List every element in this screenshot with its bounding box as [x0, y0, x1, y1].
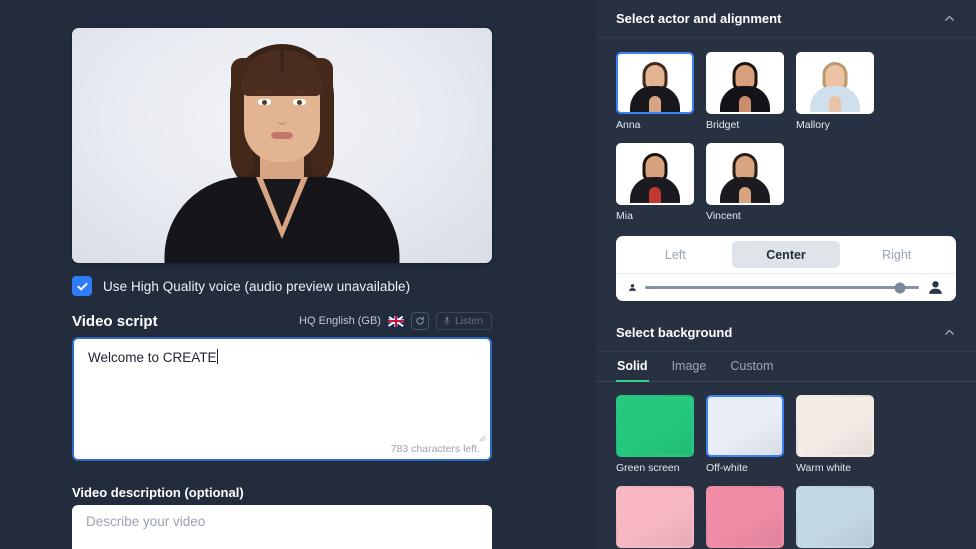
alignment-card: Left Center Right — [616, 236, 956, 301]
background-swatch-off-white[interactable] — [706, 395, 784, 457]
background-tabs: Solid Image Custom — [596, 352, 976, 382]
actor-cell: Vincent — [706, 143, 784, 222]
actor-silhouette-icon — [708, 145, 782, 203]
alignment-option-left[interactable]: Left — [621, 241, 730, 268]
video-description-placeholder: Describe your video — [86, 514, 206, 529]
actor-silhouette-icon — [708, 54, 782, 112]
background-swatch-label: Off-white — [706, 462, 748, 474]
video-description-textarea[interactable]: Describe your video — [72, 505, 492, 549]
hq-voice-row[interactable]: Use High Quality voice (audio preview un… — [72, 276, 410, 296]
actor-size-slider-track[interactable] — [645, 282, 919, 293]
background-swatch-swatch-5[interactable] — [706, 486, 784, 548]
background-section: Select background Solid Image Custom Green… — [596, 314, 976, 549]
actor-thumbnail-vincent[interactable] — [706, 143, 784, 205]
background-swatch-grid: Green screen Off-white Warm white Light pin… — [596, 382, 976, 549]
video-script-tools: HQ English (GB) Listen — [299, 312, 492, 330]
left-editor-pane: Use High Quality voice (audio preview un… — [0, 0, 596, 549]
actor-name-label: Mallory — [796, 119, 830, 131]
resize-grip-icon[interactable] — [478, 434, 486, 442]
alignment-option-center[interactable]: Center — [731, 241, 841, 268]
check-icon — [76, 282, 88, 290]
actor-section-title: Select actor and alignment — [616, 11, 782, 26]
background-swatch-cell: Off-white — [706, 395, 784, 474]
video-script-value-wrap: Welcome to CREATE — [88, 349, 219, 365]
microphone-icon — [444, 316, 450, 325]
uk-flag-icon — [387, 315, 404, 327]
person-large-icon — [927, 279, 944, 296]
background-swatch-cell: Warm white — [796, 395, 874, 474]
background-section-title: Select background — [616, 325, 733, 340]
actor-thumbnail-mia[interactable] — [616, 143, 694, 205]
actor-cell: Mia — [616, 143, 694, 222]
actor-name-label: Anna — [616, 119, 641, 131]
chevron-up-icon[interactable] — [943, 12, 956, 25]
actor-name-label: Vincent — [706, 210, 741, 222]
video-description-title: Video description (optional) — [72, 485, 244, 500]
language-label: HQ English (GB) — [299, 315, 381, 327]
actor-thumbnail-anna[interactable] — [616, 52, 694, 114]
alignment-segmented-control: Left Center Right — [616, 236, 956, 273]
video-preview[interactable] — [72, 28, 492, 263]
actor-cell: Bridget — [706, 52, 784, 131]
video-script-title: Video script — [72, 312, 158, 330]
hq-voice-label: Use High Quality voice (audio preview un… — [103, 278, 411, 294]
background-tab-image[interactable]: Image — [671, 352, 708, 382]
background-tab-custom[interactable]: Custom — [729, 352, 774, 382]
actor-silhouette-icon — [798, 54, 872, 112]
background-swatch-light-pink[interactable] — [616, 486, 694, 548]
person-small-icon — [628, 283, 637, 292]
background-tab-solid[interactable]: Solid — [616, 352, 649, 382]
background-section-header[interactable]: Select background — [596, 314, 976, 352]
actor-cell: Mallory — [796, 52, 874, 131]
chevron-up-icon[interactable] — [943, 326, 956, 339]
actor-size-slider-row — [616, 273, 956, 301]
actor-size-slider-knob[interactable] — [894, 282, 906, 293]
video-script-value: Welcome to CREATE — [88, 350, 217, 365]
right-settings-pane: Select actor and alignment Anna Bridget Ma… — [596, 0, 976, 549]
refresh-icon — [416, 316, 424, 325]
background-swatch-label: Warm white — [796, 462, 852, 474]
background-swatch-swatch-6[interactable] — [796, 486, 874, 548]
actor-name-label: Mia — [616, 210, 633, 222]
background-swatch-green-screen[interactable] — [616, 395, 694, 457]
alignment-option-right[interactable]: Right — [842, 241, 951, 268]
actor-thumbnail-mallory[interactable] — [796, 52, 874, 114]
create-video-editor: Use High Quality voice (audio preview un… — [0, 0, 976, 549]
video-preview-actor — [72, 28, 492, 263]
actor-silhouette-icon — [618, 54, 692, 112]
actor-name-label: Bridget — [706, 119, 740, 131]
video-script-header: Video script HQ English (GB) Listen — [72, 312, 492, 330]
background-swatch-cell: Green screen — [616, 395, 694, 474]
listen-button[interactable]: Listen — [435, 312, 492, 330]
actor-silhouette-icon — [618, 145, 692, 203]
hq-voice-checkbox[interactable] — [72, 276, 92, 296]
listen-label: Listen — [454, 315, 483, 327]
text-caret — [217, 349, 219, 364]
background-swatch-cell — [796, 486, 874, 549]
characters-left-label: 783 characters left. — [390, 443, 480, 455]
background-swatch-warm-white[interactable] — [796, 395, 874, 457]
actor-grid: Anna Bridget Mallory Mia Vincent — [596, 38, 976, 234]
background-swatch-cell — [706, 486, 784, 549]
actor-section-header[interactable]: Select actor and alignment — [596, 0, 976, 38]
actor-thumbnail-bridget[interactable] — [706, 52, 784, 114]
background-swatch-cell: Light pink — [616, 486, 694, 549]
actor-cell: Anna — [616, 52, 694, 131]
video-script-textarea[interactable]: Welcome to CREATE 783 characters left. — [72, 337, 492, 461]
change-language-button[interactable] — [410, 312, 429, 330]
background-swatch-label: Green screen — [616, 462, 680, 474]
